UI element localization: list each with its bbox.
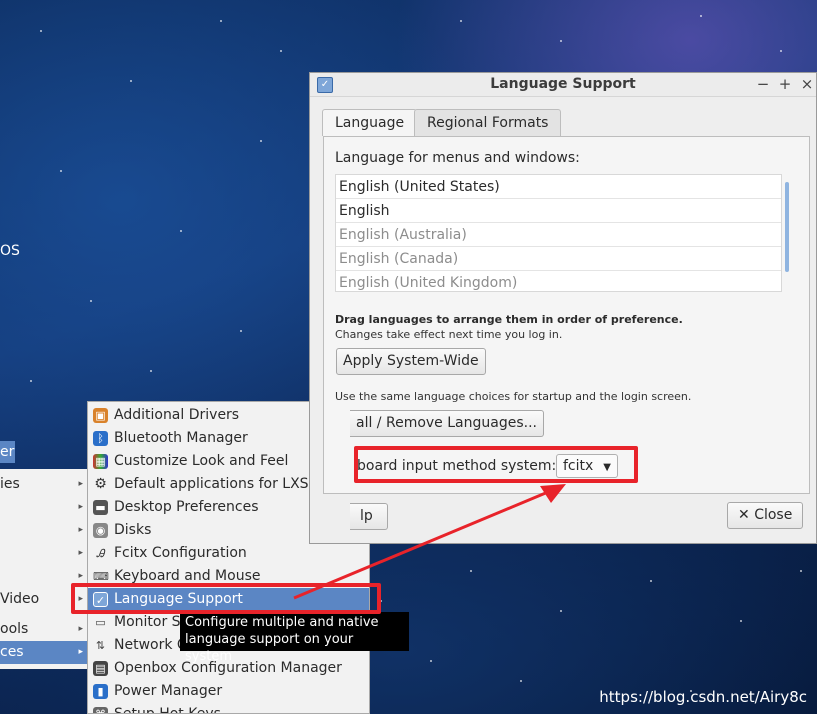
- tab-regional-formats[interactable]: Regional Formats: [414, 109, 562, 136]
- highlight-box-language-support: [71, 583, 381, 614]
- install-remove-languages-button[interactable]: all / Remove Languages...: [350, 410, 544, 437]
- list-item[interactable]: English: [336, 199, 781, 223]
- menu-item-power-manager[interactable]: ▮ Power Manager: [88, 680, 369, 703]
- language-list-scrollbar[interactable]: [785, 182, 789, 272]
- language-list[interactable]: English (United States) English English …: [335, 174, 782, 292]
- gear-icon: ⚙: [94, 476, 107, 492]
- watermark: https://blog.csdn.net/Airy8c: [599, 688, 807, 706]
- close-button-label: Close: [754, 507, 793, 523]
- maximize-button[interactable]: +: [776, 75, 794, 93]
- list-item[interactable]: English (United States): [336, 175, 781, 199]
- menu-item-label: Additional Drivers: [114, 407, 240, 423]
- chevron-right-icon: ▸: [78, 548, 83, 558]
- main-menu-item-accessories[interactable]: ies ▸: [0, 473, 88, 496]
- main-menu-item-system-tools[interactable]: ools ▸: [0, 618, 88, 641]
- close-button[interactable]: ✕ Close: [727, 502, 804, 529]
- chevron-right-icon: ▸: [78, 479, 83, 489]
- taskbar-fragment[interactable]: er: [0, 441, 15, 463]
- list-item[interactable]: English (Canada): [336, 247, 781, 271]
- fcitx-icon: Ꭿ: [96, 547, 105, 560]
- menu-item-label: Monitor S: [114, 614, 181, 630]
- keyboard-icon: ⌨: [93, 570, 109, 583]
- menus-language-label: Language for menus and windows:: [335, 150, 580, 166]
- menu-item-label: Network C: [114, 637, 187, 653]
- power-icon: ▮: [93, 684, 108, 699]
- openbox-icon: ▤: [93, 661, 108, 676]
- main-menu-item-label: Video: [0, 591, 40, 607]
- main-menu-item-preferences[interactable]: ces ▸: [0, 641, 88, 664]
- change-note: Changes take effect next time you log in…: [335, 328, 563, 341]
- apply-system-wide-button[interactable]: Apply System-Wide: [336, 348, 486, 375]
- chevron-right-icon: ▸: [78, 624, 83, 634]
- chevron-right-icon: ▸: [78, 525, 83, 535]
- menu-item-label: Power Manager: [114, 683, 223, 699]
- disk-icon: ◉: [93, 523, 108, 538]
- main-menu-item[interactable]: ▸: [0, 519, 88, 542]
- main-menu-item-label: ces: [0, 644, 24, 660]
- menu-item-label: Setup Hot Keys: [114, 706, 221, 714]
- menu-item-setup-hot-keys[interactable]: ⌘ Setup Hot Keys: [88, 703, 369, 714]
- highlight-box-input-method: [354, 446, 638, 483]
- help-button[interactable]: lp: [350, 503, 388, 530]
- close-window-button[interactable]: ×: [798, 75, 816, 93]
- menu-item-label: Keyboard and Mouse: [114, 568, 261, 584]
- drag-note: Drag languages to arrange them in order …: [335, 313, 683, 326]
- list-item[interactable]: English (United Kingdom): [336, 271, 781, 291]
- hotkeys-icon: ⌘: [93, 707, 108, 713]
- minimize-button[interactable]: −: [754, 75, 772, 93]
- menu-item-fcitx-configuration[interactable]: Ꭿ Fcitx Configuration: [88, 542, 369, 565]
- list-item[interactable]: English (Australia): [336, 223, 781, 247]
- main-menu-item[interactable]: ▸: [0, 496, 88, 519]
- language-support-tooltip: Configure multiple and native language s…: [180, 612, 409, 664]
- chevron-right-icon: ▸: [78, 647, 83, 657]
- appearance-icon: ▦: [93, 454, 108, 469]
- main-menu: ies ▸ ▸ ▸ ▸ ▸ Video ▸ ools ▸ ces ▸: [0, 469, 88, 669]
- network-icon: ⇅: [95, 639, 106, 652]
- desktop-icon-label[interactable]: OS: [0, 243, 20, 259]
- menu-item-label: Bluetooth Manager: [114, 430, 248, 446]
- bluetooth-icon: ᛒ: [93, 431, 108, 446]
- main-menu-item[interactable]: ▸: [0, 542, 88, 565]
- menu-item-label: Fcitx Configuration: [114, 545, 247, 561]
- menu-item-label: Desktop Preferences: [114, 499, 259, 515]
- desktop-icon: ▬: [93, 500, 108, 515]
- drivers-icon: ▣: [93, 408, 108, 423]
- tab-language[interactable]: Language: [322, 109, 418, 136]
- chevron-right-icon: ▸: [78, 502, 83, 512]
- menu-item-label: Disks: [114, 522, 152, 538]
- window-title: Language Support: [490, 76, 636, 92]
- menu-item-label: Customize Look and Feel: [114, 453, 289, 469]
- main-menu-item-label: ies: [0, 476, 20, 492]
- monitor-icon: ▭: [95, 616, 106, 629]
- close-icon: ✕: [738, 507, 750, 523]
- language-tab-panel: Language for menus and windows: English …: [323, 136, 810, 494]
- main-menu-item-label: ools: [0, 621, 29, 637]
- title-bar[interactable]: ✓ Language Support − + ×: [310, 73, 816, 97]
- apply-note: Use the same language choices for startu…: [335, 390, 692, 403]
